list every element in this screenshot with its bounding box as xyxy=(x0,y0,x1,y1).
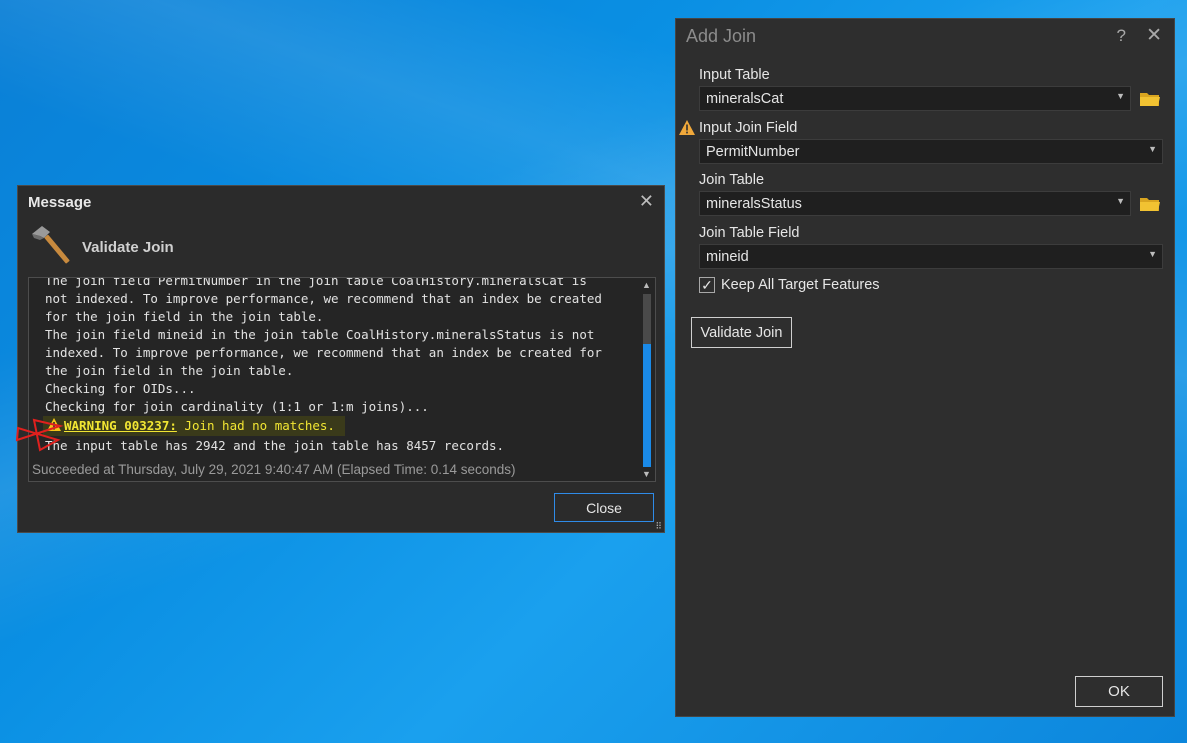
folder-icon[interactable] xyxy=(1139,90,1161,108)
star-annotation-icon xyxy=(15,418,64,452)
input-join-field-value: PermitNumber xyxy=(706,143,800,160)
ok-button[interactable]: OK xyxy=(1075,676,1163,707)
resize-grip-icon[interactable]: ⠿ xyxy=(655,522,662,531)
log-line: indexed. To improve performance, we reco… xyxy=(45,345,602,360)
chevron-down-icon: ▼ xyxy=(1116,91,1125,101)
join-table-field-label: Join Table Field xyxy=(699,225,800,241)
chevron-down-icon: ▼ xyxy=(1148,144,1157,154)
join-table-label: Join Table xyxy=(699,172,765,188)
log-line: Checking for join cardinality (1:1 or 1:… xyxy=(45,399,429,414)
join-table-dropdown[interactable]: mineralsStatus ▼ xyxy=(699,191,1131,216)
log-line: the join field in the join table. xyxy=(45,363,294,378)
input-join-field-dropdown[interactable]: PermitNumber ▼ xyxy=(699,139,1163,164)
close-button[interactable]: Close xyxy=(554,493,654,522)
keep-all-label: Keep All Target Features xyxy=(721,277,880,293)
log-line: for the join field in the join table. xyxy=(45,309,324,324)
log-lines: The join field PermitNumber in the join … xyxy=(45,277,645,416)
validate-join-button[interactable]: Validate Join xyxy=(691,317,792,348)
pane-title: Add Join xyxy=(686,26,757,46)
input-join-field-label: Input Join Field xyxy=(699,120,798,136)
log-line: not indexed. To improve performance, we … xyxy=(45,291,602,306)
scroll-down-arrow-icon[interactable]: ▼ xyxy=(642,469,651,479)
close-icon[interactable]: ✕ xyxy=(639,191,654,212)
warning-message: WARNING 003237: Join had no matches. xyxy=(43,416,345,436)
records-line: The input table has 2942 and the join ta… xyxy=(45,438,505,453)
dialog-title: Message xyxy=(28,194,92,211)
join-table-field-dropdown[interactable]: mineid ▼ xyxy=(699,244,1163,269)
help-icon[interactable]: ? xyxy=(1117,26,1126,46)
join-table-field-value: mineid xyxy=(706,248,749,265)
vertical-scrollbar[interactable]: ▲ ▼ xyxy=(641,280,653,479)
scrollbar-track[interactable] xyxy=(643,294,651,344)
chevron-down-icon: ▼ xyxy=(1148,249,1157,259)
add-join-pane: Add Join ? ✕ Input Table mineralsCat ▼ I… xyxy=(675,18,1175,717)
warning-icon xyxy=(679,120,695,135)
scroll-up-arrow-icon[interactable]: ▲ xyxy=(642,280,651,290)
message-log: The join field PermitNumber in the join … xyxy=(28,277,656,482)
log-line: The join field mineid in the join table … xyxy=(45,327,595,342)
folder-icon[interactable] xyxy=(1139,195,1161,213)
close-icon[interactable]: ✕ xyxy=(1146,24,1162,47)
join-table-value: mineralsStatus xyxy=(706,195,802,212)
hammer-icon xyxy=(32,226,70,264)
log-line: Checking for OIDs... xyxy=(45,381,196,396)
log-line: The join field PermitNumber in the join … xyxy=(45,277,587,288)
input-table-value: mineralsCat xyxy=(706,90,784,107)
input-table-label: Input Table xyxy=(699,67,770,83)
keep-all-checkbox[interactable]: ✓ xyxy=(699,277,715,293)
input-table-dropdown[interactable]: mineralsCat ▼ xyxy=(699,86,1131,111)
chevron-down-icon: ▼ xyxy=(1116,196,1125,206)
succeeded-status: Succeeded at Thursday, July 29, 2021 9:4… xyxy=(32,462,516,477)
scrollbar-thumb[interactable] xyxy=(643,344,651,467)
warning-text: Join had no matches. xyxy=(176,418,335,433)
dialog-heading: Validate Join xyxy=(82,239,174,256)
warning-code-link[interactable]: WARNING 003237: xyxy=(64,418,177,433)
message-dialog: Message ✕ Validate Join The join field P… xyxy=(17,185,665,533)
